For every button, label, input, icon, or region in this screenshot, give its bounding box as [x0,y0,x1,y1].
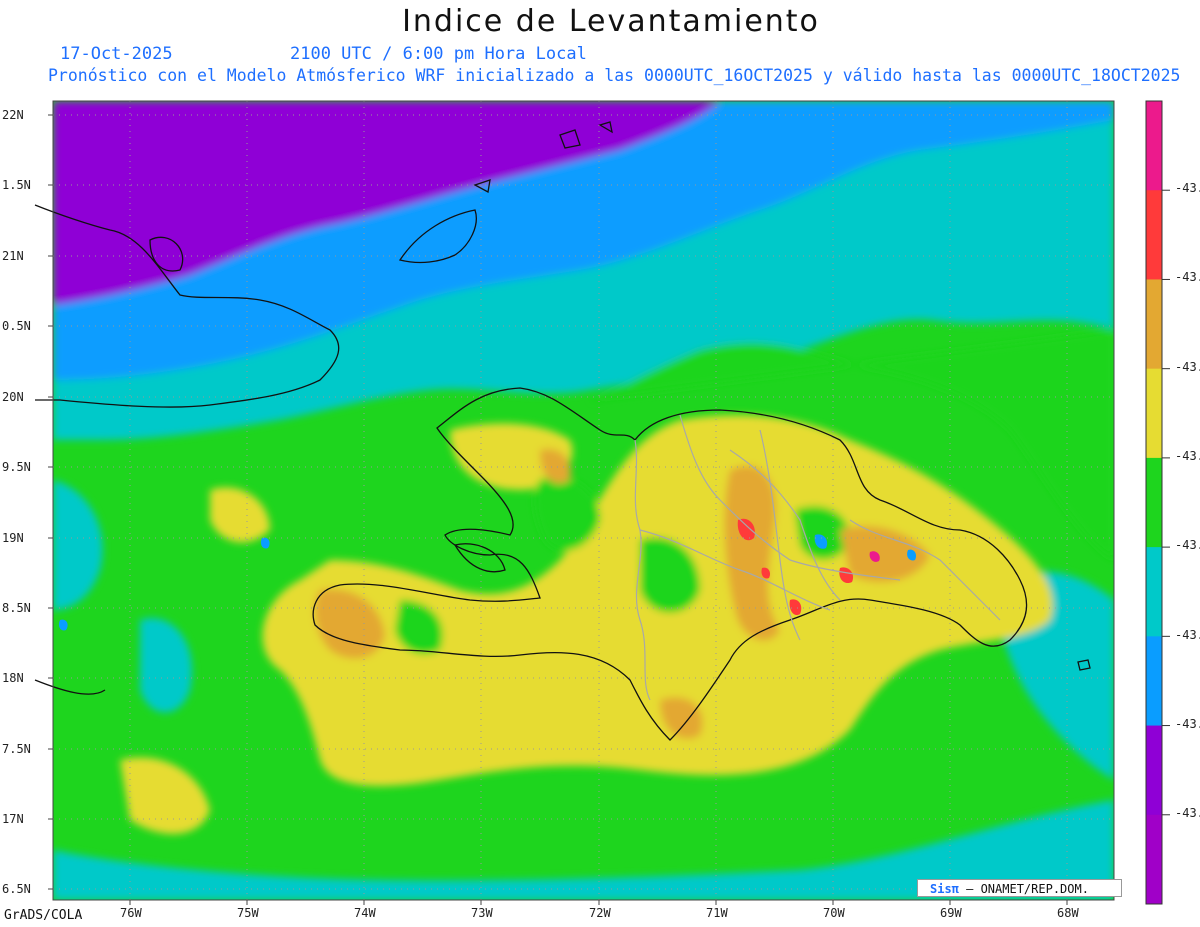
lat-label: 7.5N [2,742,31,756]
lon-label: 71W [706,906,728,920]
lat-label: 18N [2,671,24,685]
lat-label: 17N [2,812,24,826]
lat-label: 8.5N [2,601,31,615]
colorbar-label: -43.2 [1175,270,1200,284]
lat-label: 9.5N [2,460,31,474]
colorbar-label: -43.7 [1175,717,1200,731]
logo-text: – ONAMET/REP.DOM. [958,882,1089,896]
colorbar-label: -43.6 [1175,628,1200,642]
logo-sis: Sisπ [930,882,959,896]
lat-label: 20N [2,390,24,404]
colorbar-label: -43.8 [1175,806,1200,820]
colorbar-segment [1146,814,1162,905]
lon-label: 73W [471,906,493,920]
lat-label: 21N [2,249,24,263]
colorbar-label: -43.3 [1175,360,1200,374]
colorbar [1146,101,1162,905]
lon-label: 75W [237,906,259,920]
lon-label: 74W [354,906,376,920]
colorbar-segment [1146,101,1162,191]
colorbar-label: -43.4 [1175,449,1200,463]
lon-label: 76W [120,906,142,920]
lon-label: 70W [823,906,845,920]
colorbar-label: -43.1 [1175,181,1200,195]
colorbar-segment [1146,725,1162,816]
lon-label: 68W [1057,906,1079,920]
lat-label: 22N [2,108,24,122]
colorbar-segment [1146,636,1162,727]
colorbar-ticks [1162,189,1170,816]
lat-label: 1.5N [2,178,31,192]
lat-label: 6.5N [2,882,31,896]
lat-label: 19N [2,531,24,545]
colorbar-label: -43.5 [1175,538,1200,552]
colorbar-segment [1146,547,1162,637]
lon-label: 69W [940,906,962,920]
colorbar-segment [1146,368,1162,459]
colorbar-segment [1146,457,1162,548]
lon-label: 72W [589,906,611,920]
grads-credit: GrADS/COLA [4,908,83,923]
colorbar-segment [1146,279,1162,370]
sispi-logo: Sisπ – ONAMET/REP.DOM. [917,879,1122,897]
lat-label: 0.5N [2,319,31,333]
colorbar-segment [1146,190,1162,280]
lifted-index-field [53,101,1114,900]
weather-map [34,100,1170,905]
